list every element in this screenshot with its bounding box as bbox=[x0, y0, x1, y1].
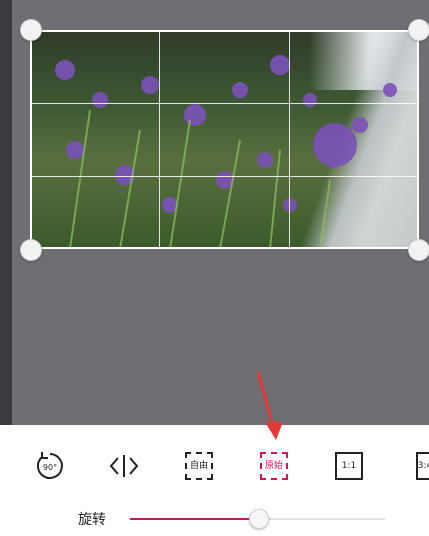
rotate-ccw-90-icon: 90° bbox=[36, 452, 63, 479]
crop-handle-bottom-right[interactable] bbox=[408, 239, 429, 261]
rotation-slider-track[interactable] bbox=[130, 509, 385, 529]
ratio-1-1-label: 1:1 bbox=[335, 452, 363, 480]
red-arrow-annotation bbox=[256, 371, 283, 440]
mirror-button[interactable] bbox=[104, 447, 144, 485]
crop-handle-top-left[interactable] bbox=[20, 19, 42, 41]
ratio-free-button[interactable]: 自由 bbox=[183, 447, 215, 485]
ratio-original-button[interactable]: 原始 bbox=[258, 447, 290, 485]
crop-frame[interactable] bbox=[30, 30, 419, 249]
ratio-free-label: 自由 bbox=[185, 452, 213, 480]
ratio-original-label: 原始 bbox=[260, 452, 288, 480]
crop-handle-top-right[interactable] bbox=[408, 19, 429, 41]
ratio-1-1-button[interactable]: 1:1 bbox=[333, 447, 365, 485]
rotation-slider-fill bbox=[130, 518, 258, 520]
rotation-slider-thumb[interactable] bbox=[248, 509, 269, 529]
ratio-3-4-label: 3:4 bbox=[415, 452, 429, 480]
crop-toolbar: 90° 自由 原始 1:1 3:4 旋转 bbox=[0, 425, 429, 536]
flip-horizontal-icon bbox=[109, 455, 139, 477]
left-edge-strip bbox=[0, 0, 12, 425]
rotate-button[interactable]: 90° bbox=[32, 447, 68, 485]
rotate-label: 90° bbox=[43, 463, 57, 472]
crop-handle-bottom-left[interactable] bbox=[20, 239, 42, 261]
ratio-3-4-button[interactable]: 3:4 bbox=[410, 447, 429, 485]
rotation-slider-label: 旋转 bbox=[78, 512, 106, 528]
